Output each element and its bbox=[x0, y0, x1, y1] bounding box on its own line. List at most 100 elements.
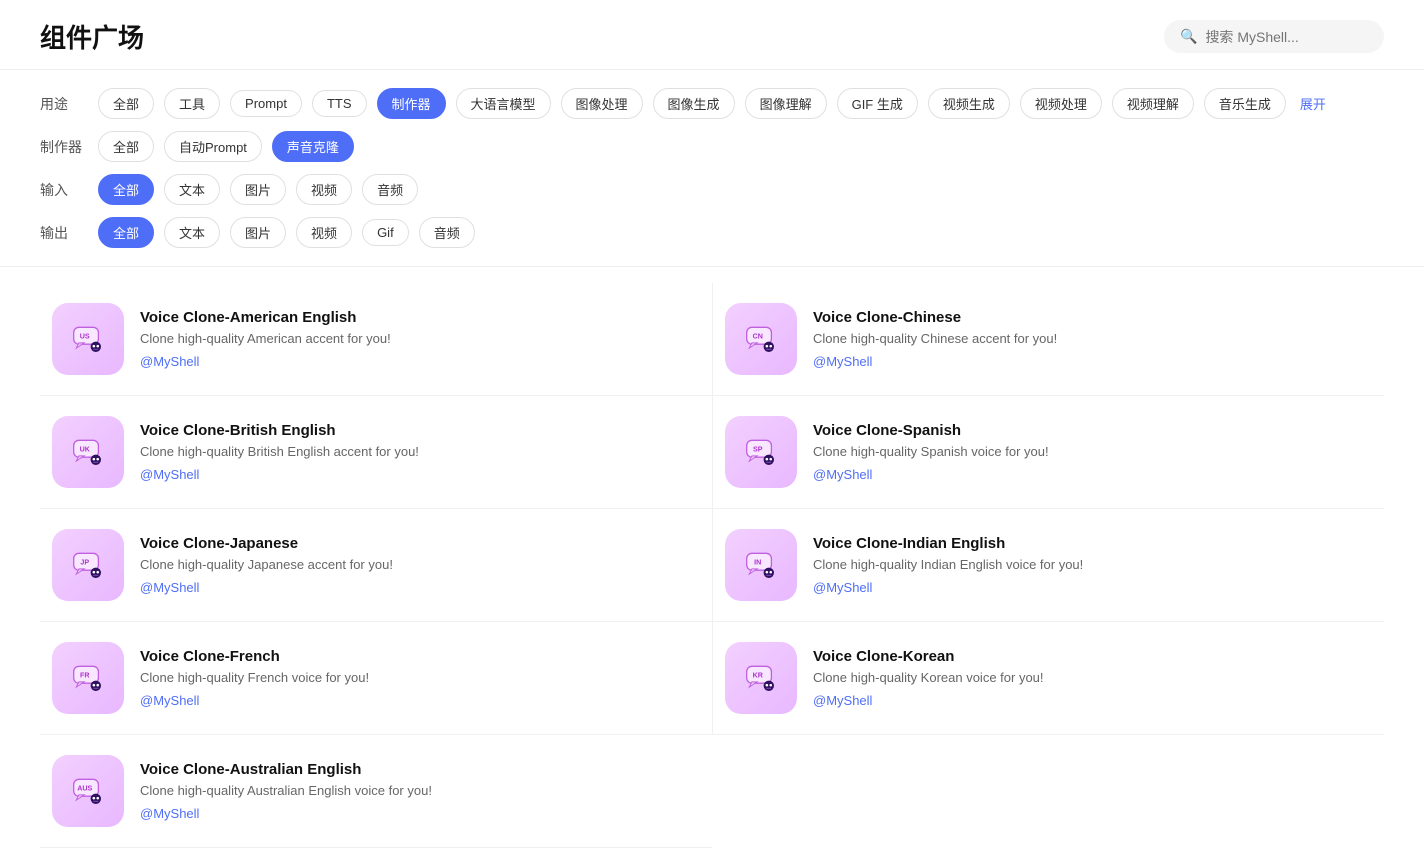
card-icon: SP bbox=[725, 416, 797, 488]
list-item[interactable]: CN Voice Clone-Chinese Clone high-qualit… bbox=[712, 283, 1384, 396]
input-label: 输入 bbox=[40, 180, 88, 200]
card-author: @MyShell bbox=[813, 354, 1372, 369]
input-btn-text[interactable]: 文本 bbox=[164, 174, 220, 205]
list-item[interactable]: AUS Voice Clone-Australian English Clone… bbox=[40, 735, 712, 848]
card-info: Voice Clone-Korean Clone high-quality Ko… bbox=[813, 648, 1372, 708]
page-title: 组件广场 bbox=[40, 18, 144, 55]
maker-label: 制作器 bbox=[40, 137, 88, 157]
search-box: 🔍 bbox=[1164, 20, 1384, 53]
page-header: 组件广场 🔍 bbox=[0, 0, 1424, 70]
card-author: @MyShell bbox=[813, 693, 1372, 708]
svg-text:SP: SP bbox=[753, 445, 763, 453]
card-icon: JP bbox=[52, 529, 124, 601]
purpose-btn-videoproc[interactable]: 视频处理 bbox=[1020, 88, 1102, 119]
purpose-btn-imgunderstand[interactable]: 图像理解 bbox=[745, 88, 827, 119]
purpose-btn-tool[interactable]: 工具 bbox=[164, 88, 220, 119]
svg-text:KR: KR bbox=[753, 671, 763, 679]
card-author: @MyShell bbox=[813, 580, 1372, 595]
output-btn-audio[interactable]: 音频 bbox=[419, 217, 475, 248]
purpose-btn-musicgen[interactable]: 音乐生成 bbox=[1204, 88, 1286, 119]
svg-text:US: US bbox=[80, 332, 90, 340]
card-info: Voice Clone-Indian English Clone high-qu… bbox=[813, 535, 1372, 595]
output-btn-text[interactable]: 文本 bbox=[164, 217, 220, 248]
card-info: Voice Clone-French Clone high-quality Fr… bbox=[140, 648, 700, 708]
filter-section: 用途 全部 工具 Prompt TTS 制作器 大语言模型 图像处理 图像生成 … bbox=[0, 70, 1424, 267]
input-btn-image[interactable]: 图片 bbox=[230, 174, 286, 205]
purpose-filter-row: 用途 全部 工具 Prompt TTS 制作器 大语言模型 图像处理 图像生成 … bbox=[40, 82, 1384, 125]
card-title: Voice Clone-Chinese bbox=[813, 309, 1372, 326]
card-author: @MyShell bbox=[140, 354, 700, 369]
purpose-btn-imgprocess[interactable]: 图像处理 bbox=[561, 88, 643, 119]
list-item[interactable]: US Voice Clone-American English Clone hi… bbox=[40, 283, 712, 396]
card-info: Voice Clone-Spanish Clone high-quality S… bbox=[813, 422, 1372, 482]
cards-grid: US Voice Clone-American English Clone hi… bbox=[40, 283, 1384, 848]
search-icon: 🔍 bbox=[1180, 28, 1197, 45]
search-input[interactable] bbox=[1205, 29, 1365, 45]
maker-btn-autoprompt[interactable]: 自动Prompt bbox=[164, 131, 262, 162]
card-desc: Clone high-quality Australian English vo… bbox=[140, 782, 700, 800]
card-author: @MyShell bbox=[813, 467, 1372, 482]
output-btn-video[interactable]: 视频 bbox=[296, 217, 352, 248]
svg-text:CN: CN bbox=[753, 332, 763, 340]
card-icon: KR bbox=[725, 642, 797, 714]
card-title: Voice Clone-Australian English bbox=[140, 761, 700, 778]
maker-btn-all[interactable]: 全部 bbox=[98, 131, 154, 162]
card-icon: CN bbox=[725, 303, 797, 375]
content-area: US Voice Clone-American English Clone hi… bbox=[0, 267, 1424, 864]
card-author: @MyShell bbox=[140, 580, 700, 595]
purpose-btn-llm[interactable]: 大语言模型 bbox=[456, 88, 551, 119]
card-desc: Clone high-quality Indian English voice … bbox=[813, 556, 1372, 574]
card-info: Voice Clone-Japanese Clone high-quality … bbox=[140, 535, 700, 595]
purpose-btn-imggen[interactable]: 图像生成 bbox=[653, 88, 735, 119]
card-author: @MyShell bbox=[140, 467, 700, 482]
purpose-btn-all[interactable]: 全部 bbox=[98, 88, 154, 119]
purpose-btn-tts[interactable]: TTS bbox=[312, 90, 367, 117]
card-title: Voice Clone-British English bbox=[140, 422, 700, 439]
purpose-btn-videounderstand[interactable]: 视频理解 bbox=[1112, 88, 1194, 119]
card-info: Voice Clone-American English Clone high-… bbox=[140, 309, 700, 369]
list-item[interactable]: FR Voice Clone-French Clone high-quality… bbox=[40, 622, 712, 735]
maker-filter-row: 制作器 全部 自动Prompt 声音克隆 bbox=[40, 125, 1384, 168]
svg-text:FR: FR bbox=[80, 671, 90, 679]
input-btn-audio[interactable]: 音频 bbox=[362, 174, 418, 205]
list-item[interactable]: KR Voice Clone-Korean Clone high-quality… bbox=[712, 622, 1384, 735]
card-icon: IN bbox=[725, 529, 797, 601]
svg-text:IN: IN bbox=[754, 558, 761, 566]
card-info: Voice Clone-Australian English Clone hig… bbox=[140, 761, 700, 821]
card-title: Voice Clone-Spanish bbox=[813, 422, 1372, 439]
maker-btn-voiceclone[interactable]: 声音克隆 bbox=[272, 131, 354, 162]
card-desc: Clone high-quality Spanish voice for you… bbox=[813, 443, 1372, 461]
card-title: Voice Clone-French bbox=[140, 648, 700, 665]
card-author: @MyShell bbox=[140, 806, 700, 821]
card-desc: Clone high-quality British English accen… bbox=[140, 443, 700, 461]
card-info: Voice Clone-British English Clone high-q… bbox=[140, 422, 700, 482]
output-btn-image[interactable]: 图片 bbox=[230, 217, 286, 248]
card-title: Voice Clone-Indian English bbox=[813, 535, 1372, 552]
svg-text:UK: UK bbox=[80, 445, 91, 453]
card-desc: Clone high-quality Japanese accent for y… bbox=[140, 556, 700, 574]
card-desc: Clone high-quality French voice for you! bbox=[140, 669, 700, 687]
list-item[interactable]: UK Voice Clone-British English Clone hig… bbox=[40, 396, 712, 509]
card-icon: UK bbox=[52, 416, 124, 488]
input-btn-all[interactable]: 全部 bbox=[98, 174, 154, 205]
card-desc: Clone high-quality American accent for y… bbox=[140, 330, 700, 348]
output-label: 输出 bbox=[40, 223, 88, 243]
output-btn-all[interactable]: 全部 bbox=[98, 217, 154, 248]
list-item[interactable]: IN Voice Clone-Indian English Clone high… bbox=[712, 509, 1384, 622]
expand-button[interactable]: 展开 bbox=[1300, 94, 1326, 113]
card-desc: Clone high-quality Chinese accent for yo… bbox=[813, 330, 1372, 348]
list-item[interactable]: SP Voice Clone-Spanish Clone high-qualit… bbox=[712, 396, 1384, 509]
svg-text:JP: JP bbox=[80, 558, 89, 566]
input-filter-row: 输入 全部 文本 图片 视频 音频 bbox=[40, 168, 1384, 211]
list-item[interactable]: JP Voice Clone-Japanese Clone high-quali… bbox=[40, 509, 712, 622]
card-desc: Clone high-quality Korean voice for you! bbox=[813, 669, 1372, 687]
purpose-btn-videogen[interactable]: 视频生成 bbox=[928, 88, 1010, 119]
input-btn-video[interactable]: 视频 bbox=[296, 174, 352, 205]
card-icon: FR bbox=[52, 642, 124, 714]
purpose-btn-gifgen[interactable]: GIF 生成 bbox=[837, 88, 918, 119]
purpose-btn-prompt[interactable]: Prompt bbox=[230, 90, 302, 117]
card-author: @MyShell bbox=[140, 693, 700, 708]
output-filter-row: 输出 全部 文本 图片 视频 Gif 音频 bbox=[40, 211, 1384, 254]
output-btn-gif[interactable]: Gif bbox=[362, 219, 409, 246]
purpose-btn-maker[interactable]: 制作器 bbox=[377, 88, 446, 119]
